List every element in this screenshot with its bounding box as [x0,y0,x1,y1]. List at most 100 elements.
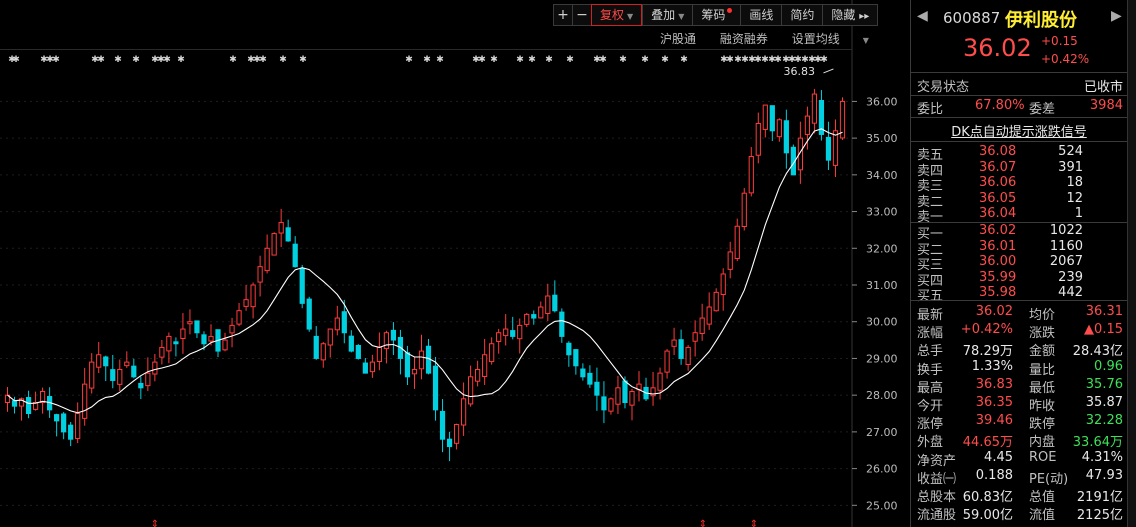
overlay-label: 叠加 [651,8,676,22]
chart-top-divider [0,49,852,50]
overlay-button[interactable]: 叠加 ▼ [642,4,693,26]
candle-up [615,387,621,405]
candle-up [468,376,474,405]
candle-down [292,243,298,268]
stat-label: 涨幅 [917,326,944,342]
next-stock-icon[interactable]: ▶ [1111,8,1122,24]
stat-row: 换手 1.33% 量比 0.96 [917,359,1123,378]
prev-stock-icon[interactable]: ◀ [917,8,928,24]
candle-up [82,383,88,419]
event-marker-icon: ✱ [436,55,444,65]
candle-up [264,247,270,272]
candle-up [124,361,130,367]
candle-down [61,413,67,433]
candle-up [236,310,242,325]
weicha-value: 3984 [1089,98,1123,113]
stat-value: 36.35 [975,395,1013,410]
stat-label: 涨跌 [1029,326,1056,342]
y-axis-tick-label: 29.00 [866,352,898,365]
candle-up [460,398,467,426]
level-label: 买五 [917,289,944,304]
kline-chart-area[interactable]: 36.00 35.00 34.00 33.00 32.00 31.00 30.00 29.00… [0,0,908,527]
stat-value: 47.93 [1085,467,1123,483]
fuquan-button[interactable]: 复权 ▼ [591,4,643,26]
event-marker-icon: ✱ [820,55,828,65]
y-axis-tick-label: 32.00 [866,242,898,255]
weibi-value: 67.80% [975,98,1025,113]
hugutong-link[interactable]: 沪股通 [660,32,696,46]
stat-label: 流通股 [917,508,957,524]
level-price: 36.06 [979,175,1017,190]
candle-up [159,346,165,358]
y-axis-tick-label: 28.00 [866,389,898,402]
stat-value: 35.76 [1085,376,1123,392]
stat-value: 60.83亿 [962,490,1013,505]
level-volume: 2067 [1049,254,1083,269]
candle-down [25,397,32,415]
candle-down [580,368,586,378]
candle-up [418,350,425,370]
candle-down [11,400,18,407]
candle-down [54,414,60,422]
event-marker-icon: ✱ [528,55,536,65]
stat-label: 金额 [1029,344,1056,360]
candle-down [348,335,354,352]
level-volume: 442 [1058,285,1083,300]
candle-down [566,342,572,356]
stat-label: 收益㈠ [917,471,957,487]
candle-down [587,372,593,385]
level-volume: 391 [1058,159,1083,175]
y-axis-tick-label: 33.00 [866,206,898,219]
event-marker-icon: ✱ [12,55,20,65]
level-volume: 239 [1058,269,1083,285]
candle-up [327,328,333,346]
level-price: 36.05 [979,190,1017,206]
candle-down [194,320,200,334]
simple-mode-button[interactable]: 简约 [781,4,823,26]
candle-up [320,343,326,361]
stat-label: 跌停 [1029,417,1056,433]
stat-row: 净资产 4.45 ROE 4.31% [917,449,1123,469]
candle-up [748,155,754,194]
candle-down [622,380,628,403]
chevron-down-icon: ▼ [862,36,869,45]
stat-value: 4.31% [1081,449,1123,465]
stat-label: 涨停 [917,417,944,433]
event-marker-icon: ✱ [177,55,185,65]
level-volume: 12 [1066,190,1083,206]
stat-value: +0.42% [960,322,1013,338]
chip-button[interactable]: 筹码 [692,4,741,26]
event-marker-icon: ✱ [259,55,267,65]
candle-up [257,266,263,283]
stat-value: 28.43亿 [1072,344,1123,360]
fuquan-label: 复权 [600,8,625,22]
divider [911,95,1127,96]
candle-up [727,251,733,270]
stat-label: 总股本 [917,490,957,505]
draw-line-button[interactable]: 画线 [740,4,782,26]
stat-value: 0.188 [975,467,1013,483]
event-marker-icon: ✱ [774,55,782,65]
candle-up [376,346,382,363]
y-axis-tick-label: 27.00 [866,426,898,439]
dk-signal-link[interactable]: DK点自动提示涨跌信号 [911,121,1127,140]
zoom-in-button[interactable]: + [553,4,572,26]
hide-button[interactable]: 隐藏 ▸▸ [822,4,879,26]
price-change: +0.15 [1041,34,1078,48]
candle-down [678,339,684,359]
stat-label: 换手 [917,362,944,378]
chip-label: 筹码 [701,8,726,22]
kline-chart[interactable]: 36.00 35.00 34.00 33.00 32.00 31.00 30.00 29.00… [0,0,908,527]
hide-label: 隐藏 [831,8,856,22]
level-price: 36.00 [979,254,1017,269]
margin-trading-link[interactable]: 融资融券 [720,32,768,46]
candle-up [538,306,544,319]
zoom-out-button[interactable]: − [572,4,591,26]
trade-status-row: 交易状态 已收市 [917,76,1123,95]
candle-down [341,311,347,334]
candle-down [446,438,453,448]
stat-label: 内盘 [1029,435,1056,451]
ma-settings-link[interactable]: 设置均线 ▼ [792,32,889,46]
candle-up [482,354,488,377]
right-edge-panel[interactable] [1127,0,1136,527]
